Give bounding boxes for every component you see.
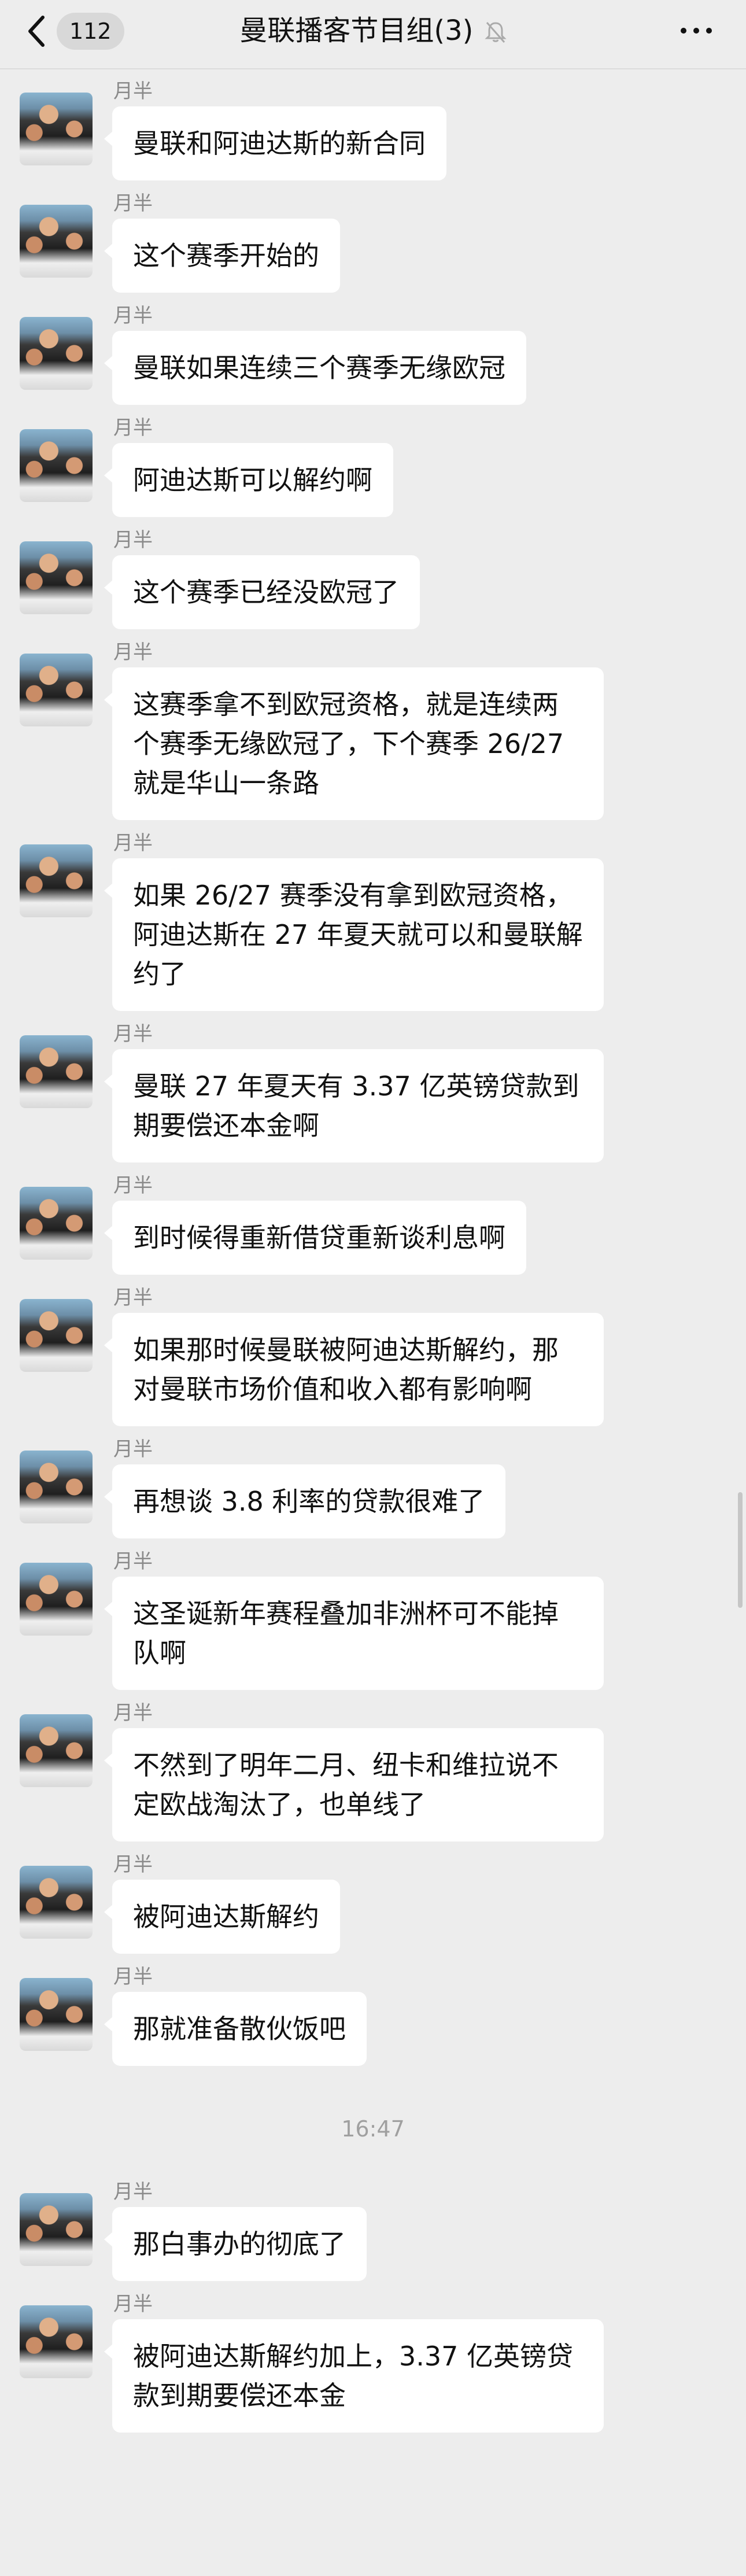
message-bubble[interactable]: 曼联 27 年夏天有 3.37 亿英镑贷款到期要偿还本金啊 [104, 1049, 604, 1162]
message-item: 月半如果 26/27 赛季没有拿到欧冠资格，阿迪达斯在 27 年夏天就可以和曼联… [20, 820, 746, 1011]
message-bubble[interactable]: 不然到了明年二月、纽卡和维拉说不定欧战淘汰了，也单线了 [104, 1728, 604, 1841]
sender-avatar[interactable] [20, 2193, 93, 2266]
message-item: 月半这圣诞新年赛程叠加非洲杯可不能掉队啊 [20, 1538, 746, 1690]
sender-name: 月半 [113, 832, 153, 855]
sender-name: 月半 [113, 304, 153, 327]
message-bubble[interactable]: 那白事办的彻底了 [104, 2207, 367, 2281]
message-bubble[interactable]: 曼联和阿迪达斯的新合同 [104, 106, 446, 180]
sender-avatar[interactable] [20, 1563, 93, 1636]
message-item: 月半再想谈 3.8 利率的贷款很难了 [20, 1426, 746, 1538]
sender-avatar[interactable] [20, 205, 93, 278]
sender-name: 月半 [113, 1438, 153, 1461]
message-item: 月半这个赛季开始的 [20, 180, 746, 293]
message-bubble[interactable]: 被阿迪达斯解约 [104, 1880, 340, 1954]
sender-name: 月半 [113, 80, 153, 103]
sender-avatar[interactable] [20, 2305, 93, 2378]
message-bubble[interactable]: 阿迪达斯可以解约啊 [104, 443, 393, 517]
sender-name: 月半 [113, 416, 153, 440]
sender-avatar[interactable] [20, 1187, 93, 1260]
message-item: 月半被阿迪达斯解约 [20, 1841, 746, 1954]
message-item: 月半被阿迪达斯解约加上，3.37 亿英镑贷款到期要偿还本金 [20, 2281, 746, 2433]
message-item: 月半不然到了明年二月、纽卡和维拉说不定欧战淘汰了，也单线了 [20, 1690, 746, 1841]
message-bubble[interactable]: 如果那时候曼联被阿迪达斯解约，那对曼联市场价值和收入都有影响啊 [104, 1313, 604, 1426]
sender-name: 月半 [113, 2180, 153, 2204]
message-bubble[interactable]: 到时候得重新借贷重新谈利息啊 [104, 1201, 526, 1275]
mute-bell-icon [485, 22, 507, 43]
message-bubble[interactable]: 如果 26/27 赛季没有拿到欧冠资格，阿迪达斯在 27 年夏天就可以和曼联解约… [104, 858, 604, 1011]
sender-name: 月半 [113, 1853, 153, 1876]
sender-name: 月半 [113, 1023, 153, 1046]
sender-avatar[interactable] [20, 1978, 93, 2051]
more-options-icon[interactable] [679, 22, 714, 39]
message-item: 月半到时候得重新借贷重新谈利息啊 [20, 1162, 746, 1275]
sender-avatar[interactable] [20, 541, 93, 614]
sender-avatar[interactable] [20, 93, 93, 165]
sender-avatar[interactable] [20, 1035, 93, 1108]
message-bubble[interactable]: 这个赛季已经没欧冠了 [104, 555, 420, 629]
time-separator: 16:47 [341, 2116, 405, 2142]
chat-header: 112 曼联播客节目组(3) [0, 0, 746, 69]
message-item: 月半那就准备散伙饭吧 [20, 1954, 746, 2066]
message-item: 月半这个赛季已经没欧冠了 [20, 517, 746, 629]
message-item: 月半曼联和阿迪达斯的新合同 [20, 68, 746, 180]
sender-name: 月半 [113, 641, 153, 664]
chat-title: 曼联播客节目组(3) [0, 10, 746, 51]
sender-name: 月半 [113, 2293, 153, 2316]
message-bubble[interactable]: 这圣诞新年赛程叠加非洲杯可不能掉队啊 [104, 1577, 604, 1690]
message-bubble[interactable]: 被阿迪达斯解约加上，3.37 亿英镑贷款到期要偿还本金 [104, 2319, 604, 2433]
message-item: 月半曼联如果连续三个赛季无缘欧冠 [20, 293, 746, 405]
sender-avatar[interactable] [20, 1451, 93, 1523]
scrollbar[interactable] [738, 1492, 743, 1608]
message-item: 月半曼联 27 年夏天有 3.37 亿英镑贷款到期要偿还本金啊 [20, 1011, 746, 1162]
message-item: 月半如果那时候曼联被阿迪达斯解约，那对曼联市场价值和收入都有影响啊 [20, 1275, 746, 1426]
sender-name: 月半 [113, 1965, 153, 1988]
sender-name: 月半 [113, 1174, 153, 1197]
message-bubble[interactable]: 这个赛季开始的 [104, 219, 340, 293]
sender-avatar[interactable] [20, 654, 93, 726]
sender-avatar[interactable] [20, 1714, 93, 1787]
sender-name: 月半 [113, 1550, 153, 1573]
sender-name: 月半 [113, 1286, 153, 1309]
message-list[interactable]: 月半 曼联和阿迪达斯的新合同 月半 这个赛季开始的 月半 曼联如果连续三个赛季无缘欧冠 月半… [0, 68, 746, 2433]
sender-avatar[interactable] [20, 1866, 93, 1939]
message-item: 月半阿迪达斯可以解约啊 [20, 405, 746, 517]
sender-avatar[interactable] [20, 429, 93, 502]
message-item: 月半那白事办的彻底了 [20, 2169, 746, 2281]
chat-title-text: 曼联播客节目组(3) [239, 14, 474, 47]
message-bubble[interactable]: 曼联如果连续三个赛季无缘欧冠 [104, 331, 526, 405]
message-bubble[interactable]: 这赛季拿不到欧冠资格，就是连续两个赛季无缘欧冠了，下个赛季 26/27 就是华山… [104, 667, 604, 820]
sender-avatar[interactable] [20, 844, 93, 917]
sender-avatar[interactable] [20, 317, 93, 390]
sender-avatar[interactable] [20, 1299, 93, 1372]
message-item: 月半这赛季拿不到欧冠资格，就是连续两个赛季无缘欧冠了，下个赛季 26/27 就是… [20, 629, 746, 820]
sender-name: 月半 [113, 529, 153, 552]
message-bubble[interactable]: 那就准备散伙饭吧 [104, 1992, 367, 2066]
sender-name: 月半 [113, 1702, 153, 1725]
sender-name: 月半 [113, 192, 153, 215]
message-bubble[interactable]: 再想谈 3.8 利率的贷款很难了 [104, 1464, 506, 1538]
